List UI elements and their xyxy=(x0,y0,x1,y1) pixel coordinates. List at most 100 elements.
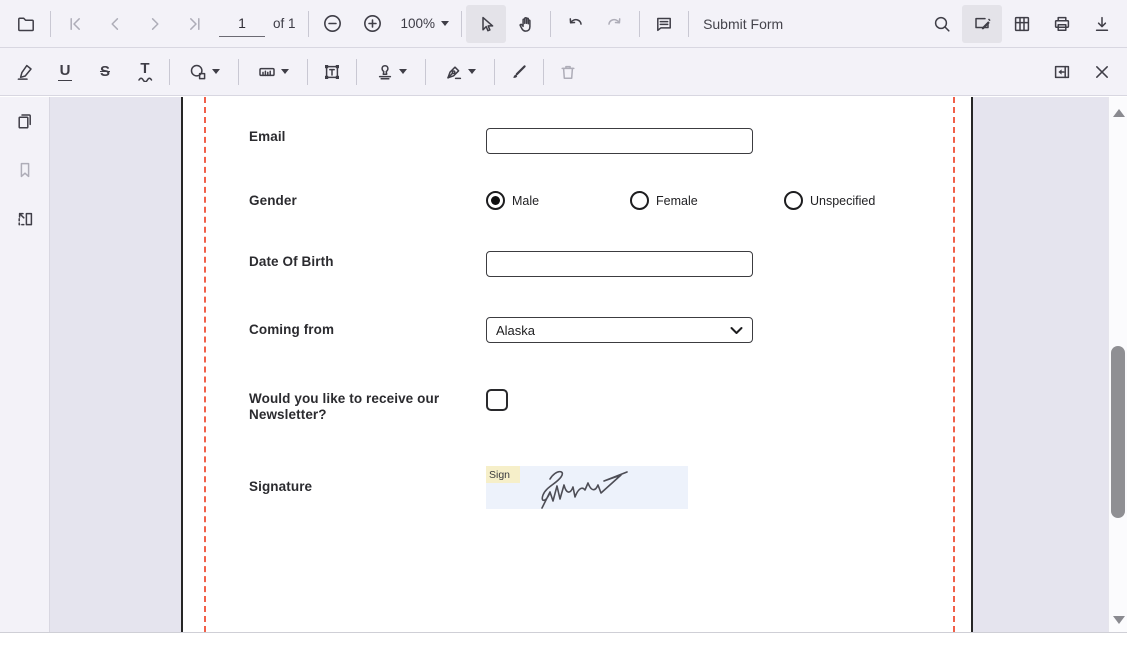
dob-label: Date Of Birth xyxy=(249,254,334,269)
organize-pages-panel-button[interactable] xyxy=(10,204,40,234)
open-file-button[interactable] xyxy=(6,5,46,43)
zoom-out-icon xyxy=(322,13,343,34)
signature-tool-button[interactable] xyxy=(430,53,490,91)
vertical-scrollbar[interactable] xyxy=(1108,97,1127,632)
highlight-tool-button[interactable] xyxy=(5,53,45,91)
pan-tool-button[interactable] xyxy=(506,5,546,43)
last-page-icon xyxy=(185,14,205,34)
zoom-level-dropdown[interactable]: 100% xyxy=(393,5,458,43)
strikethrough-tool-button[interactable]: S xyxy=(85,53,125,91)
strikethrough-icon: S xyxy=(99,64,111,79)
redo-icon xyxy=(605,14,625,34)
stamp-tool-button[interactable] xyxy=(361,53,421,91)
chevron-down-icon xyxy=(281,69,289,74)
email-field[interactable] xyxy=(486,128,753,154)
gender-radio-female[interactable] xyxy=(630,191,649,210)
search-button[interactable] xyxy=(922,5,962,43)
margin-guide-right xyxy=(953,97,955,632)
gender-radio-unspecified[interactable] xyxy=(784,191,803,210)
thumbnails-panel-button[interactable] xyxy=(10,106,40,136)
page-number-input[interactable] xyxy=(219,11,265,37)
folder-icon xyxy=(16,14,36,34)
trash-icon xyxy=(558,62,578,82)
scroll-down-arrow[interactable] xyxy=(1113,616,1125,624)
divider xyxy=(425,59,426,85)
chevron-down-icon xyxy=(730,326,743,335)
zoom-in-button[interactable] xyxy=(353,5,393,43)
divider xyxy=(639,11,640,37)
redo-button[interactable] xyxy=(595,5,635,43)
divider xyxy=(356,59,357,85)
gender-option-label: Female xyxy=(656,194,698,208)
hand-icon xyxy=(516,14,536,34)
free-text-tool-button[interactable] xyxy=(312,53,352,91)
email-label: Email xyxy=(249,129,286,144)
radio-dot xyxy=(491,196,500,205)
chevron-down-icon xyxy=(468,69,476,74)
comment-panel-button[interactable] xyxy=(1042,53,1082,91)
organize-pages-button[interactable] xyxy=(1002,5,1042,43)
ruler-icon xyxy=(257,62,277,82)
first-page-button[interactable] xyxy=(55,5,95,43)
dock-panel-left-icon xyxy=(1052,62,1072,82)
first-page-icon xyxy=(65,14,85,34)
annotation-toolbar: U S T xyxy=(0,48,1127,96)
dob-field[interactable] xyxy=(486,251,753,277)
measure-tool-button[interactable] xyxy=(243,53,303,91)
next-page-button[interactable] xyxy=(135,5,175,43)
signature-label: Signature xyxy=(249,479,312,494)
extract-page-icon xyxy=(15,209,35,229)
stamp-icon xyxy=(375,62,395,82)
previous-page-button[interactable] xyxy=(95,5,135,43)
divider xyxy=(50,11,51,37)
highlighter-icon xyxy=(15,62,35,82)
shapes-tool-button[interactable] xyxy=(174,53,234,91)
coming-from-dropdown[interactable]: Alaska xyxy=(486,317,753,343)
underline-tool-button[interactable]: U xyxy=(45,53,85,91)
download-button[interactable] xyxy=(1082,5,1122,43)
cursor-icon xyxy=(476,14,496,34)
gender-radio-male[interactable] xyxy=(486,191,505,210)
document-viewport[interactable]: Email Gender Male Female Unspecified Dat… xyxy=(50,97,1108,632)
text-box-icon xyxy=(322,62,342,82)
text-select-tool-button[interactable] xyxy=(466,5,506,43)
divider xyxy=(461,11,462,37)
bookmarks-panel-button[interactable] xyxy=(10,155,40,185)
coming-from-label: Coming from xyxy=(249,322,334,337)
newsletter-checkbox[interactable] xyxy=(486,389,508,411)
fountain-pen-icon xyxy=(444,62,464,82)
comment-button[interactable] xyxy=(644,5,684,43)
grid-icon xyxy=(1012,14,1032,34)
page-count-label: of 1 xyxy=(273,16,296,31)
scroll-up-arrow[interactable] xyxy=(1113,109,1125,117)
annotation-button[interactable] xyxy=(962,5,1002,43)
divider xyxy=(550,11,551,37)
underline-icon: U xyxy=(58,63,73,81)
gender-option-label: Unspecified xyxy=(810,194,875,208)
shape-ellipse-icon xyxy=(188,62,208,82)
close-annotation-toolbar-button[interactable] xyxy=(1082,53,1122,91)
squiggly-icon: T xyxy=(138,61,153,82)
zoom-out-button[interactable] xyxy=(313,5,353,43)
search-icon xyxy=(932,14,952,34)
signature-field[interactable]: Sign xyxy=(486,466,688,509)
chevron-down-icon xyxy=(399,69,407,74)
last-page-button[interactable] xyxy=(175,5,215,43)
print-button[interactable] xyxy=(1042,5,1082,43)
undo-icon xyxy=(565,14,585,34)
divider xyxy=(169,59,170,85)
divider xyxy=(238,59,239,85)
divider xyxy=(307,59,308,85)
submit-form-button[interactable]: Submit Form xyxy=(693,5,793,43)
pages-icon xyxy=(14,110,36,132)
ink-tool-button[interactable] xyxy=(499,53,539,91)
divider xyxy=(543,59,544,85)
undo-button[interactable] xyxy=(555,5,595,43)
chevron-left-icon xyxy=(105,14,125,34)
squiggly-tool-button[interactable]: T xyxy=(125,53,165,91)
scrollbar-thumb[interactable] xyxy=(1111,346,1125,518)
close-icon xyxy=(1092,62,1112,82)
pdf-page: Email Gender Male Female Unspecified Dat… xyxy=(181,97,973,632)
chevron-right-icon xyxy=(145,14,165,34)
delete-annotation-button[interactable] xyxy=(548,53,588,91)
